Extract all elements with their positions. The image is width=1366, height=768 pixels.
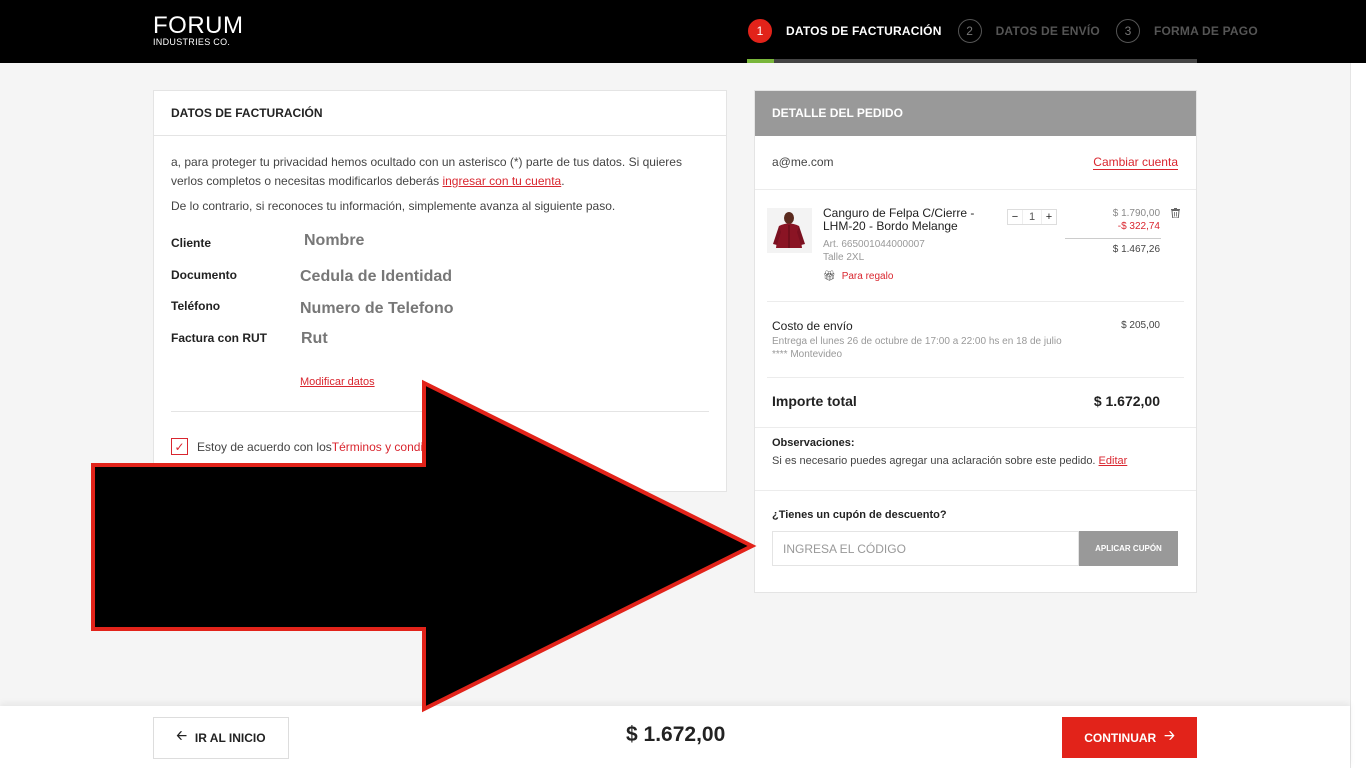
total-label: Importe total — [772, 393, 857, 409]
continue-button[interactable]: CONTINUAR 🡢 — [1062, 717, 1197, 758]
billing-card: DATOS DE FACTURACIÓN a, para proteger tu… — [153, 90, 727, 492]
field-label-documento: Documento — [171, 268, 237, 282]
field-label-cliente: Cliente — [171, 236, 212, 250]
gift-icon: 🎁︎ — [823, 271, 836, 282]
price-final: $ 1.467,26 — [1112, 244, 1160, 255]
step-billing: 1 DATOS DE FACTURACIÓN — [748, 19, 942, 43]
price-discount: -$ 322,74 — [1117, 221, 1160, 232]
step-number: 2 — [957, 19, 982, 43]
modify-data-link[interactable]: Modificar datos — [300, 376, 375, 388]
field-value-cliente: Nombre — [304, 232, 365, 249]
increase-button[interactable]: + — [1042, 210, 1056, 224]
shipping-city: **** Montevideo — [772, 349, 843, 360]
step-label: DATOS DE FACTURACIÓN — [786, 24, 942, 38]
gift-label: Para regalo — [841, 271, 894, 282]
field-label-telefono: Teléfono — [171, 299, 221, 313]
bottom-bar: 🡠 IR AL INICIO $ 1.672,00 CONTINUAR 🡢 — [0, 706, 1350, 768]
arrow-left-icon: 🡠 — [176, 728, 187, 743]
coupon-input[interactable] — [772, 531, 1079, 566]
terms-text: Estoy de acuerdo con los — [197, 439, 332, 454]
apply-coupon-button[interactable]: APLICAR CUPÓN — [1079, 531, 1178, 566]
terms-checkbox[interactable]: ✓ — [171, 438, 188, 455]
field-value-telefono: Numero de Telefono — [300, 300, 454, 317]
field-label-rut: Factura con RUT — [171, 331, 268, 345]
product-name[interactable]: Canguro de Felpa C/Cierre - LHM-20 - Bor… — [823, 207, 983, 233]
shipping-detail: Entrega el lunes 26 de octubre de 17:00 … — [772, 336, 1062, 347]
logo-sub: INDUSTRIES CO. — [153, 37, 231, 47]
logo-main: FORUM — [153, 12, 244, 39]
shipping-price: $ 205,00 — [1121, 320, 1160, 331]
step-number: 1 — [748, 19, 772, 43]
gift-option[interactable]: 🎁︎ Para regalo — [823, 271, 893, 282]
account-email: a@me.com — [772, 155, 834, 169]
edit-observations-link[interactable]: Editar — [1099, 455, 1128, 467]
footer-total: $ 1.672,00 — [626, 723, 726, 746]
total-value: $ 1.672,00 — [1093, 393, 1160, 409]
terms-agreement: ✓ Estoy de acuerdo con los Términos y co… — [171, 438, 423, 455]
progress-fill — [747, 59, 774, 63]
terms-link[interactable]: Términos y condi — [332, 440, 423, 454]
intro-text: a, para proteger tu privacidad hemos ocu… — [171, 155, 682, 188]
intro-end: . — [561, 174, 565, 188]
trash-icon[interactable] — [1171, 208, 1180, 221]
product-article: Art. 665001044000007 — [823, 239, 925, 250]
decrease-button[interactable]: − — [1008, 210, 1022, 224]
billing-title: DATOS DE FACTURACIÓN — [154, 91, 726, 136]
coupon-label: ¿Tienes un cupón de descuento? — [772, 509, 947, 521]
billing-intro-2: De lo contrario, si reconoces tu informa… — [171, 199, 616, 213]
billing-intro: a, para proteger tu privacidad hemos ocu… — [171, 153, 701, 191]
checkout-steps: 1 DATOS DE FACTURACIÓN 2 DATOS DE ENVÍO … — [748, 19, 1274, 43]
observations-text: Si es necesario puedes agregar una aclar… — [772, 455, 1127, 467]
price-divider — [1065, 238, 1161, 239]
progress-bar — [747, 59, 1197, 63]
product-size: Talle 2XL — [823, 252, 865, 263]
login-link[interactable]: ingresar con tu cuenta — [442, 174, 561, 188]
observations-hint: Si es necesario puedes agregar una aclar… — [772, 455, 1099, 467]
quantity-stepper: − 1 + — [1007, 209, 1057, 225]
continue-label: CONTINUAR — [1084, 730, 1157, 745]
step-payment: 3 FORMA DE PAGO — [1115, 19, 1258, 43]
order-title: DETALLE DEL PEDIDO — [755, 91, 1196, 136]
field-value-rut: Rut — [301, 330, 328, 347]
arrow-right-icon: 🡢 — [1164, 727, 1175, 743]
price-original: $ 1.790,00 — [1112, 208, 1160, 219]
field-value-documento: Cedula de Identidad — [300, 268, 453, 285]
observations-label: Observaciones: — [772, 437, 855, 449]
logo[interactable]: FORUM INDUSTRIES CO. — [153, 12, 244, 48]
shipping-label: Costo de envío — [772, 319, 853, 333]
quantity-value[interactable]: 1 — [1022, 210, 1042, 224]
product-image[interactable] — [767, 208, 812, 253]
top-bar: FORUM INDUSTRIES CO. 1 DATOS DE FACTURAC… — [0, 0, 1366, 63]
step-number: 3 — [1115, 19, 1140, 43]
scrollbar[interactable] — [1350, 63, 1366, 768]
order-summary-card: DETALLE DEL PEDIDO a@me.com Cambiar cuen… — [754, 90, 1197, 593]
step-shipping: 2 DATOS DE ENVÍO — [957, 19, 1100, 43]
go-home-label: IR AL INICIO — [194, 731, 266, 745]
go-home-button[interactable]: 🡠 IR AL INICIO — [153, 717, 289, 759]
change-account-link[interactable]: Cambiar cuenta — [1093, 155, 1178, 170]
step-label: DATOS DE ENVÍO — [995, 24, 1100, 38]
step-label: FORMA DE PAGO — [1153, 24, 1258, 38]
divider — [171, 411, 709, 412]
